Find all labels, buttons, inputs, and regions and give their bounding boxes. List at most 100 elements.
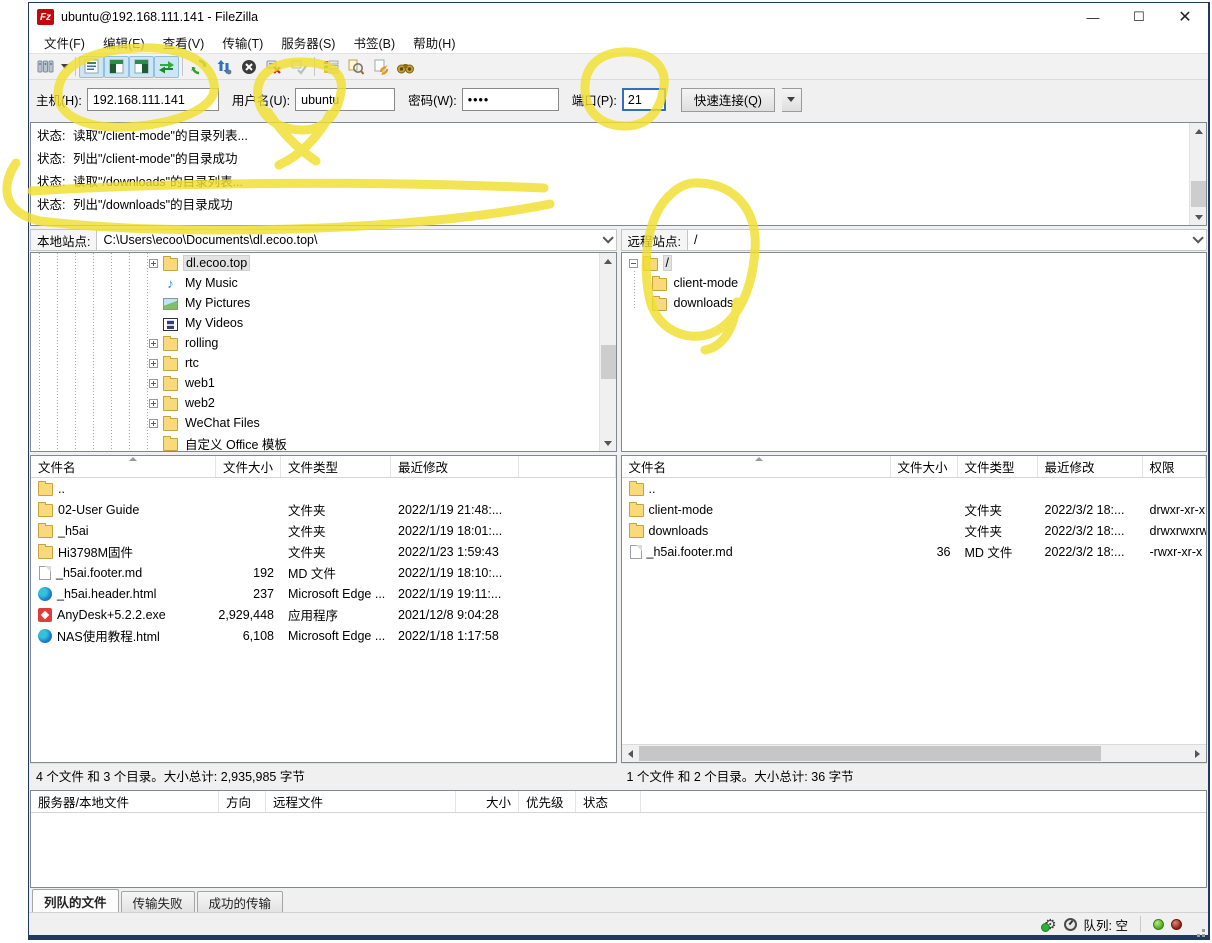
refresh-button[interactable] [186, 56, 211, 78]
queue-column-size[interactable]: 大小 [456, 791, 519, 812]
menu-transfer[interactable]: 传输(T) [213, 31, 272, 53]
queue-column-server-local[interactable]: 服务器/本地文件 [31, 791, 219, 812]
file-row[interactable]: _h5ai.footer.md36MD 文件2022/3/2 18:...-rw… [622, 541, 1207, 562]
speed-limits-icon[interactable] [1064, 918, 1077, 931]
process-queue-button[interactable] [211, 56, 236, 78]
column-header-perms[interactable]: 权限 [1143, 456, 1207, 477]
toggle-log-button[interactable] [79, 56, 104, 78]
close-button[interactable]: ✕ [1162, 3, 1208, 31]
synchronized-browsing-button[interactable] [368, 56, 393, 78]
file-row[interactable]: downloads文件夹2022/3/2 18:...drwxrwxrwx [622, 520, 1207, 541]
minimize-button[interactable]: — [1070, 3, 1116, 31]
port-input[interactable] [622, 88, 666, 111]
scroll-up-arrow[interactable] [600, 253, 617, 269]
expand-plus-icon[interactable] [149, 359, 158, 368]
expand-plus-icon[interactable] [149, 399, 158, 408]
password-input[interactable] [462, 88, 559, 111]
tree-item[interactable]: My Pictures [31, 293, 616, 313]
menu-help[interactable]: 帮助(H) [404, 31, 464, 53]
toggle-queue-button[interactable] [154, 56, 179, 78]
remote-horizontal-scrollbar[interactable] [622, 744, 1207, 762]
scroll-down-arrow[interactable] [1190, 209, 1207, 225]
tree-item[interactable]: downloads [622, 293, 1207, 313]
file-row[interactable]: client-mode文件夹2022/3/2 18:...drwxr-xr-x [622, 499, 1207, 520]
tree-item[interactable]: rtc [31, 353, 616, 373]
queue-column-status[interactable]: 状态 [576, 791, 641, 812]
tree-item[interactable]: web2 [31, 393, 616, 413]
menu-edit[interactable]: 编辑(E) [94, 31, 154, 53]
remote-path-combo[interactable]: / [688, 229, 1207, 251]
column-header-modified[interactable]: 最近修改 [391, 456, 519, 477]
collapse-minus-icon[interactable] [629, 259, 638, 268]
file-row[interactable]: _h5ai.footer.md192MD 文件2022/1/19 18:10:.… [31, 562, 616, 583]
tab-failed-transfers[interactable]: 传输失败 [121, 891, 195, 912]
queue-column-priority[interactable]: 优先级 [519, 791, 576, 812]
site-manager-dropdown[interactable] [58, 56, 72, 78]
host-input[interactable] [87, 88, 219, 111]
username-input[interactable] [295, 88, 395, 111]
filter-button[interactable] [318, 56, 343, 78]
file-row[interactable]: _h5ai文件夹2022/1/19 18:01:... [31, 520, 616, 541]
column-header-name[interactable]: 文件名 [31, 456, 216, 477]
queue-column-direction[interactable]: 方向 [219, 791, 266, 812]
tree-item[interactable]: / [622, 253, 1207, 273]
menu-file[interactable]: 文件(F) [35, 31, 94, 53]
find-files-button[interactable] [393, 56, 418, 78]
expand-plus-icon[interactable] [149, 419, 158, 428]
expand-plus-icon[interactable] [149, 339, 158, 348]
quickconnect-dropdown[interactable] [782, 88, 802, 112]
tree-item[interactable]: 自定义 Office 模板 [31, 433, 616, 452]
resize-grip[interactable] [1202, 929, 1205, 932]
tab-successful-transfers[interactable]: 成功的传输 [197, 891, 284, 912]
scrollbar-thumb[interactable] [1191, 181, 1206, 207]
tree-item[interactable]: client-mode [622, 273, 1207, 293]
tree-item[interactable]: dl.ecoo.top [31, 253, 616, 273]
menu-view[interactable]: 查看(V) [154, 31, 214, 53]
maximize-button[interactable]: ☐ [1116, 3, 1162, 31]
reconnect-button[interactable] [286, 56, 311, 78]
scroll-up-arrow[interactable] [1190, 123, 1207, 139]
scroll-right-arrow[interactable] [1189, 745, 1206, 762]
log-scrollbar[interactable] [1189, 123, 1206, 225]
quickconnect-button[interactable]: 快速连接(Q) [681, 88, 775, 112]
title-bar[interactable]: Fz ubuntu@192.168.111.141 - FileZilla — … [29, 3, 1208, 31]
auto-transfer-settings-icon[interactable]: ⚙ [1044, 917, 1057, 931]
column-header-size[interactable]: 文件大小 [891, 456, 958, 477]
scroll-left-arrow[interactable] [622, 745, 639, 762]
local-path-combo[interactable]: C:\Users\ecoo\Documents\dl.ecoo.top\ [97, 229, 616, 251]
menu-server[interactable]: 服务器(S) [272, 31, 344, 53]
file-row[interactable]: Hi3798M固件文件夹2022/1/23 1:59:43 [31, 541, 616, 562]
column-header-modified[interactable]: 最近修改 [1038, 456, 1143, 477]
tree-item[interactable]: rolling [31, 333, 616, 353]
menu-bookmarks[interactable]: 书签(B) [344, 31, 404, 53]
scroll-down-arrow[interactable] [600, 435, 617, 451]
toggle-local-tree-button[interactable] [104, 56, 129, 78]
queue-column-remote-file[interactable]: 远程文件 [266, 791, 456, 812]
file-row[interactable]: NAS使用教程.html6,108Microsoft Edge ...2022/… [31, 625, 616, 646]
column-header-size[interactable]: 文件大小 [216, 456, 281, 477]
tree-item[interactable]: My Videos [31, 313, 616, 333]
file-row[interactable]: AnyDesk+5.2.2.exe2,929,448应用程序2021/12/8 … [31, 604, 616, 625]
file-row[interactable]: _h5ai.header.html237Microsoft Edge ...20… [31, 583, 616, 604]
scrollbar-thumb[interactable] [601, 345, 616, 379]
expand-plus-icon[interactable] [149, 379, 158, 388]
column-header-type[interactable]: 文件类型 [958, 456, 1038, 477]
file-row[interactable]: .. [31, 478, 616, 499]
scrollbar-thumb[interactable] [639, 746, 1101, 761]
column-header-type[interactable]: 文件类型 [281, 456, 391, 477]
file-row[interactable]: 02-User Guide文件夹2022/1/19 21:48:... [31, 499, 616, 520]
directory-compare-button[interactable] [343, 56, 368, 78]
site-manager-button[interactable] [33, 56, 58, 78]
tree-item[interactable]: web1 [31, 373, 616, 393]
tree-item[interactable]: ♪My Music [31, 273, 616, 293]
file-row[interactable]: .. [622, 478, 1207, 499]
disconnect-button[interactable] [261, 56, 286, 78]
expand-plus-icon[interactable] [149, 259, 158, 268]
local-tree-scrollbar[interactable] [599, 253, 616, 451]
cancel-button[interactable] [236, 56, 261, 78]
chevron-down-icon[interactable] [1192, 232, 1203, 243]
toggle-remote-tree-button[interactable] [129, 56, 154, 78]
tree-item[interactable]: WeChat Files [31, 413, 616, 433]
chevron-down-icon[interactable] [602, 232, 613, 243]
tab-queued-files[interactable]: 列队的文件 [32, 889, 119, 912]
